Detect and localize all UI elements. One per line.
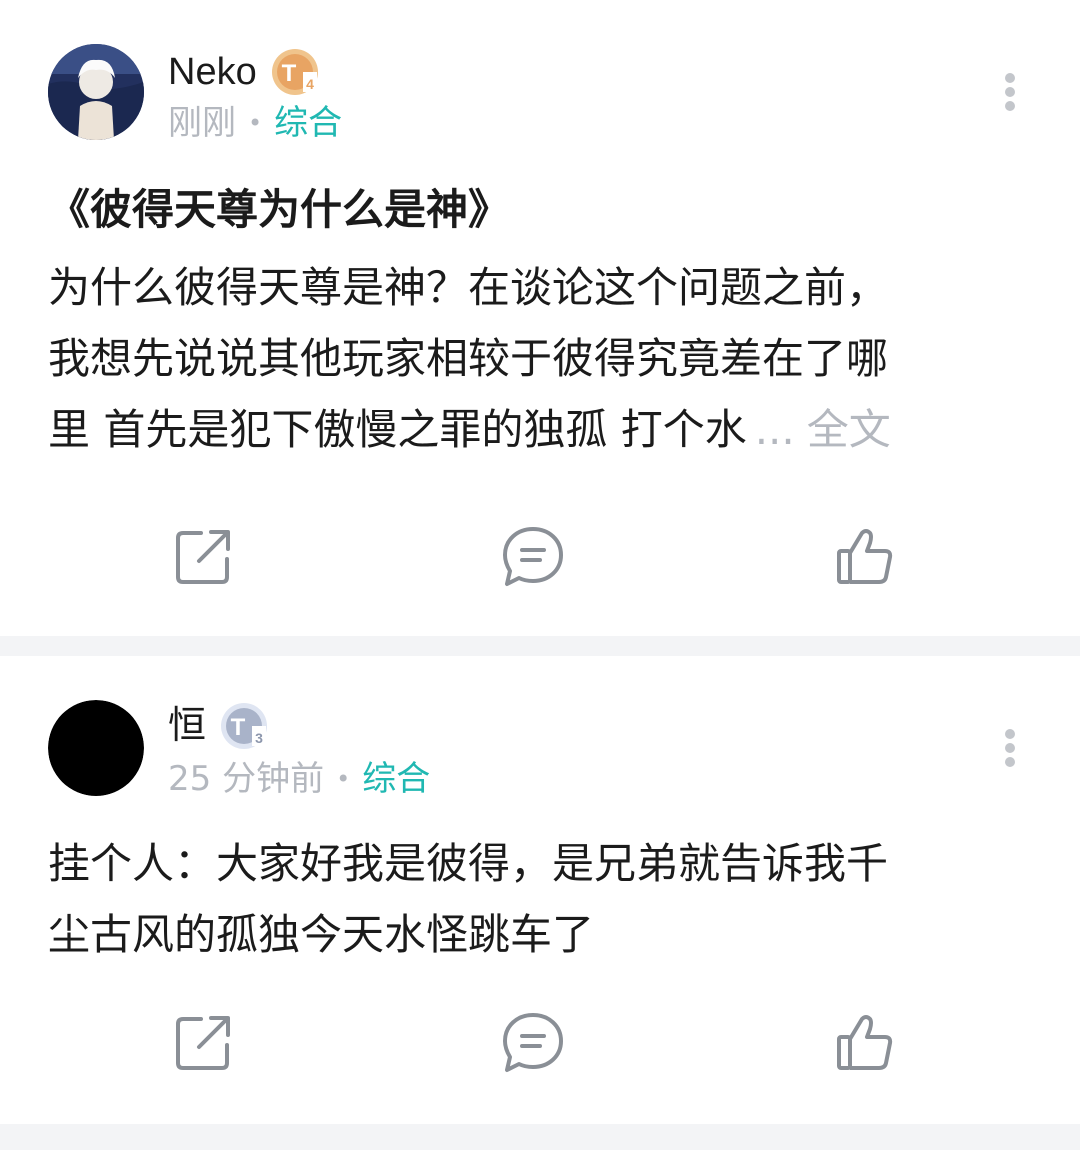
post-meta: 25 分钟前 • 综合 (168, 759, 430, 799)
more-options-icon[interactable] (998, 724, 1022, 772)
svg-text:3: 3 (255, 730, 263, 746)
full-text-link[interactable]: 全文 (807, 405, 891, 454)
content-line: 我想先说说其他玩家相较于彼得究竟差在了哪 (48, 334, 889, 383)
thumbs-up-icon (837, 529, 893, 584)
post-time: 25 分钟前 (168, 759, 325, 799)
post-card[interactable]: Neko T 4 刚刚 • 综合 《彼得天尊为什么是神》 为什么彼得天尊是神？在… (0, 0, 1080, 636)
gold-level-badge-icon: T 4 (271, 49, 318, 95)
like-button[interactable] (830, 1008, 900, 1078)
author-name[interactable]: 恒 (168, 703, 206, 749)
post-title[interactable]: 《彼得天尊为什么是神》 (48, 182, 1040, 238)
silver-level-badge-icon: T 3 (221, 703, 268, 749)
category-tag[interactable]: 综合 (274, 103, 342, 143)
post-meta: 刚刚 • 综合 (168, 103, 342, 143)
avatar[interactable] (48, 44, 144, 140)
post-separator (0, 636, 1080, 656)
like-button[interactable] (830, 522, 900, 592)
svg-text:T: T (231, 714, 246, 741)
content-line-text: 里 首先是犯下傲慢之罪的独孤 打个水 (48, 405, 747, 454)
meta-separator: • (336, 765, 351, 793)
share-button[interactable] (168, 1008, 238, 1078)
content-line-last: 里 首先是犯下傲慢之罪的独孤 打个水... 全文 (48, 394, 1028, 465)
more-options-icon[interactable] (998, 68, 1022, 116)
author-name[interactable]: Neko (168, 49, 257, 95)
avatar-image (48, 700, 144, 796)
post-content[interactable]: 挂个人：大家好我是彼得，是兄弟就告诉我千 尘古风的孤独今天水怪跳车了 (48, 828, 1028, 970)
comment-icon (503, 527, 563, 586)
post-separator (0, 1124, 1080, 1150)
comment-button[interactable] (498, 1008, 568, 1078)
avatar[interactable] (48, 700, 144, 796)
comment-button[interactable] (498, 522, 568, 592)
avatar-image (48, 44, 144, 140)
content-line: 挂个人：大家好我是彼得，是兄弟就告诉我千 (48, 839, 889, 888)
meta-separator: • (248, 109, 263, 137)
post-card[interactable]: 恒 T 3 25 分钟前 • 综合 挂个人：大家好我是彼得，是兄弟就告诉我千 尘… (0, 656, 1080, 1124)
share-icon (176, 530, 230, 584)
author-row: Neko T 4 (168, 46, 321, 98)
share-button[interactable] (168, 522, 238, 592)
content-line: 为什么彼得天尊是神？在谈论这个问题之前， (48, 263, 889, 312)
category-tag[interactable]: 综合 (362, 759, 430, 799)
post-time: 刚刚 (168, 103, 236, 143)
author-row: 恒 T 3 (168, 700, 270, 752)
svg-text:4: 4 (306, 76, 314, 92)
comment-icon (503, 1013, 563, 1072)
content-line: 尘古风的孤独今天水怪跳车了 (48, 910, 595, 959)
thumbs-up-icon (837, 1015, 893, 1070)
post-content[interactable]: 为什么彼得天尊是神？在谈论这个问题之前， 我想先说说其他玩家相较于彼得究竟差在了… (48, 252, 1028, 465)
svg-text:T: T (281, 60, 296, 87)
post-feed: Neko T 4 刚刚 • 综合 《彼得天尊为什么是神》 为什么彼得天尊是神？在… (0, 0, 1080, 1150)
content-ellipsis: ... (754, 405, 795, 454)
share-icon (176, 1016, 230, 1070)
